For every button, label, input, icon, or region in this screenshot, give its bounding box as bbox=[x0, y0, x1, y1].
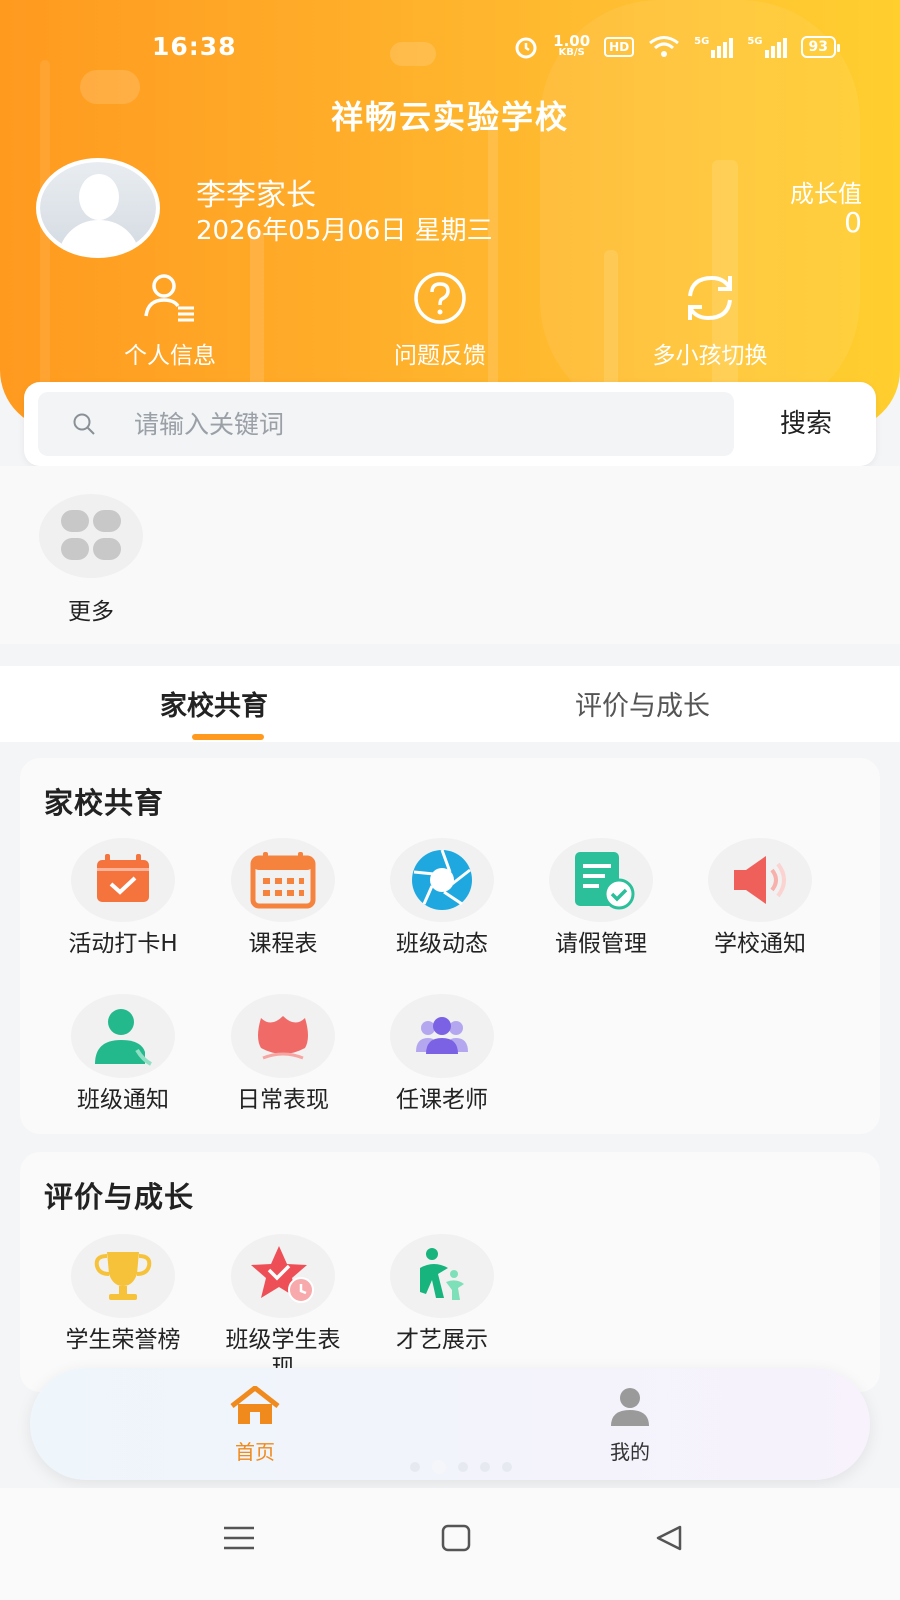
grid-item-talent-show[interactable]: 才艺展示 bbox=[361, 1234, 523, 1354]
nav-home[interactable]: 首页 bbox=[185, 1385, 325, 1465]
current-date: 2026年05月06日 星期三 bbox=[196, 216, 493, 246]
nav-profile[interactable]: 我的 bbox=[560, 1386, 700, 1465]
alarm-icon bbox=[515, 37, 537, 59]
grid-item-honor-roll[interactable]: 学生荣誉榜 bbox=[42, 1234, 204, 1354]
timetable-icon bbox=[231, 838, 335, 922]
status-time: 16:38 bbox=[152, 32, 237, 61]
search-input[interactable] bbox=[134, 392, 714, 456]
wifi-icon bbox=[649, 36, 680, 57]
search-card: 搜索 bbox=[24, 382, 876, 466]
tab-home-school[interactable]: 家校共育 bbox=[160, 684, 268, 723]
speaker-icon bbox=[708, 838, 812, 922]
battery-icon: 93 bbox=[800, 36, 841, 58]
section-title: 家校共育 bbox=[44, 786, 165, 820]
search-box bbox=[38, 392, 734, 456]
home-square-icon[interactable] bbox=[440, 1524, 472, 1552]
star-clock-icon bbox=[231, 1234, 335, 1318]
status-icons: 1.00 KB/S HD 5G 5G 93 bbox=[513, 32, 841, 60]
switch-icon bbox=[680, 270, 740, 326]
person-phone-icon bbox=[71, 994, 175, 1078]
cell-signal-icon: 5G bbox=[747, 36, 787, 58]
back-icon[interactable] bbox=[654, 1524, 684, 1552]
grid-item-daily-performance[interactable]: 日常表现 bbox=[202, 994, 364, 1114]
quick-action-switch-child[interactable]: 多小孩切换 bbox=[610, 270, 810, 370]
shortcut-section: 更多 bbox=[0, 466, 900, 644]
group-icon bbox=[390, 994, 494, 1078]
profile-icon bbox=[611, 1388, 649, 1426]
grid-item-school-notice[interactable]: 学校通知 bbox=[679, 838, 841, 958]
grid-item-activity-checkin[interactable]: 活动打卡H bbox=[42, 838, 204, 958]
tab-indicator bbox=[192, 734, 264, 740]
section-title: 评价与成长 bbox=[44, 1180, 195, 1214]
quick-action-profile[interactable]: 个人信息 bbox=[70, 270, 270, 370]
cell-signal-icon: 5G bbox=[694, 36, 734, 58]
grid-item-class-notice[interactable]: 班级通知 bbox=[42, 994, 204, 1114]
grid-item-class-moments[interactable]: 班级动态 bbox=[361, 838, 523, 958]
growth-value: 0 bbox=[844, 206, 862, 239]
status-bar: 16:38 1.00 KB/S HD 5G 5G 93 bbox=[0, 30, 900, 70]
avatar-head bbox=[79, 174, 119, 220]
section-evaluation: 评价与成长 学生荣誉榜 班级学生表现 bbox=[20, 1152, 880, 1392]
avatar[interactable] bbox=[36, 158, 160, 258]
tab-bar: 家校共育 评价与成长 bbox=[0, 666, 900, 742]
user-name: 李李家长 bbox=[196, 178, 316, 213]
school-name: 祥畅云实验学校 bbox=[330, 98, 569, 136]
more-button[interactable]: 更多 bbox=[36, 494, 146, 626]
calendar-check-icon bbox=[71, 838, 175, 922]
user-info-icon bbox=[140, 270, 200, 326]
grid-item-class-performance[interactable]: 班级学生表现 bbox=[202, 1234, 364, 1382]
camera-aperture-icon bbox=[390, 838, 494, 922]
lotus-icon bbox=[231, 994, 335, 1078]
leave-document-icon bbox=[549, 838, 653, 922]
net-speed: 1.00 KB/S bbox=[553, 32, 591, 59]
header-banner: 16:38 1.00 KB/S HD 5G 5G 93 祥畅云实验学校 李李家长… bbox=[0, 0, 900, 430]
dancer-icon bbox=[390, 1234, 494, 1318]
grid-more-icon bbox=[39, 494, 143, 578]
search-icon bbox=[73, 413, 95, 435]
grid-item-teachers[interactable]: 任课老师 bbox=[361, 994, 523, 1114]
growth-label: 成长值 bbox=[790, 180, 862, 208]
tab-evaluation[interactable]: 评价与成长 bbox=[575, 684, 710, 723]
page-indicator bbox=[410, 1460, 512, 1474]
question-icon bbox=[410, 270, 470, 326]
grid-item-leave-management[interactable]: 请假管理 bbox=[520, 838, 682, 958]
quick-action-feedback[interactable]: 问题反馈 bbox=[340, 270, 540, 370]
search-button[interactable]: 搜索 bbox=[736, 392, 876, 456]
bottom-nav: 首页 我的 bbox=[30, 1368, 870, 1480]
trophy-icon bbox=[71, 1234, 175, 1318]
section-home-school: 家校共育 活动打卡H 课程表 班级动态 请假管理 学校通知 班级通知 日常表现 … bbox=[20, 758, 880, 1134]
system-nav-bar bbox=[0, 1488, 900, 1600]
menu-icon[interactable] bbox=[222, 1524, 256, 1552]
home-icon bbox=[230, 1385, 280, 1424]
grid-item-timetable[interactable]: 课程表 bbox=[202, 838, 364, 958]
hd-badge: HD bbox=[604, 37, 635, 57]
